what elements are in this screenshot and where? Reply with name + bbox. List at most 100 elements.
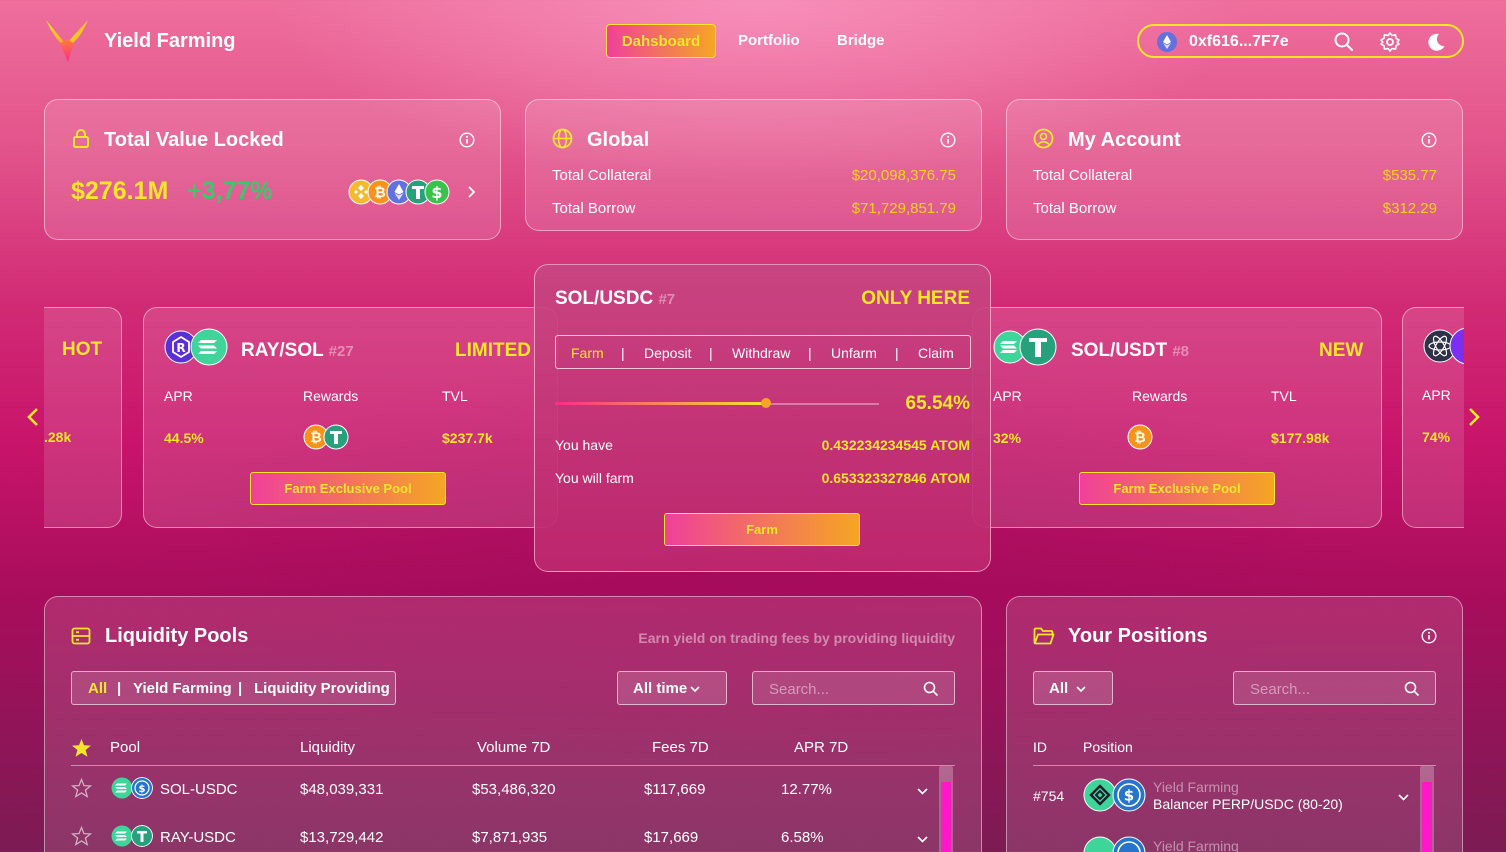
time-range-select[interactable]: All time [617, 671, 727, 705]
account-collateral-label: Total Collateral [1033, 167, 1133, 184]
folder-icon [1033, 627, 1055, 645]
tab-farm[interactable]: Farm [571, 345, 604, 361]
filter-liquidity-providing[interactable]: Liquidity Providing [254, 680, 390, 697]
info-icon[interactable] [1421, 132, 1437, 148]
tab-deposit[interactable]: Deposit [644, 345, 691, 361]
bitcoin-icon: ₿ [1127, 424, 1153, 450]
dark-mode-moon-icon[interactable] [1425, 31, 1447, 53]
col-fees-7d[interactable]: Fees 7D [652, 739, 709, 756]
tab-unfarm[interactable]: Unfarm [831, 345, 877, 361]
position-row[interactable]: #754 $ Yield Farming Balancer PERP/USDC … [1033, 770, 1413, 824]
usdc-icon [1112, 836, 1146, 852]
modal-pair: SOL/USDC #7 [555, 288, 676, 309]
rewards-label: Rewards [303, 388, 359, 404]
pool-search-input[interactable] [769, 678, 909, 700]
rewards-label: Rewards [1132, 388, 1188, 404]
tether-icon [1019, 328, 1057, 366]
slider-handle[interactable] [760, 398, 771, 408]
pool-pair: SOL/USDT #8 [1071, 340, 1190, 361]
scrollbar-thumb[interactable] [1422, 782, 1432, 852]
yield-farming-logo-icon [46, 20, 88, 62]
nav-bridge[interactable]: Bridge [819, 24, 903, 58]
amount-slider[interactable] [555, 398, 879, 408]
tether-icon [131, 825, 153, 847]
info-icon[interactable] [459, 132, 475, 148]
global-borrow-label: Total Borrow [552, 200, 636, 217]
position-id: #754 [1033, 788, 1065, 804]
positions-search [1233, 671, 1436, 705]
star-outline-icon[interactable] [71, 778, 92, 798]
tab-claim[interactable]: Claim [918, 345, 954, 361]
pool-tag: NEW [1319, 340, 1364, 361]
col-position[interactable]: Position [1083, 739, 1133, 755]
global-collateral-value: $20,098,376.75 [851, 167, 956, 184]
positions-filter-select[interactable]: All [1033, 671, 1113, 705]
favorites-star-icon[interactable] [71, 738, 92, 758]
pool-tag: HOT [62, 339, 103, 360]
pool-liquidity: $13,729,442 [300, 829, 384, 846]
positions-scrollbar[interactable] [1420, 766, 1434, 852]
account-borrow-label: Total Borrow [1033, 200, 1117, 217]
nav-portfolio[interactable]: Portfolio [720, 24, 818, 58]
tab-separator: | [895, 345, 899, 361]
tether-icon [323, 424, 349, 450]
pools-scrollbar[interactable] [939, 766, 953, 852]
search-icon[interactable] [1333, 31, 1355, 53]
positions-search-input[interactable] [1250, 678, 1390, 700]
chevron-right-icon[interactable] [466, 185, 476, 199]
pool-card-ray-sol[interactable]: R RAY/SOL #27 LIMITED APR Rewards TVL 44… [143, 307, 558, 528]
star-outline-icon[interactable] [71, 826, 92, 846]
farm-exclusive-pool-button[interactable]: Farm Exclusive Pool [250, 472, 446, 505]
svg-text:$: $ [1124, 787, 1134, 805]
tab-separator: | [621, 345, 625, 361]
farm-exclusive-pool-button[interactable]: Farm Exclusive Pool [1079, 472, 1275, 505]
apr-value: 74% [1422, 429, 1451, 445]
col-pool[interactable]: Pool [110, 739, 140, 756]
chevron-down-icon[interactable] [917, 788, 928, 795]
chevron-down-icon [690, 686, 700, 693]
wallet-bar: 0xf616...7F7e [1137, 24, 1464, 58]
pool-card-partial-left[interactable]: HOT .28k [44, 307, 123, 529]
apr-label: APR [164, 388, 193, 404]
search-icon[interactable] [1404, 681, 1420, 697]
filter-all[interactable]: All [88, 680, 107, 697]
tvl-value: $177.98k [1271, 430, 1330, 446]
settings-gear-icon[interactable] [1379, 31, 1401, 53]
nav-dashboard[interactable]: Dahsboard [606, 24, 716, 58]
search-icon[interactable] [923, 681, 939, 697]
account-borrow-value: $312.29 [1382, 200, 1437, 217]
filter-separator: | [117, 680, 122, 697]
table-row[interactable]: RAY-USDC $13,729,442 $7,871,935 $17,669 … [71, 816, 931, 852]
apr-value: 44.5% [164, 430, 204, 446]
carousel-prev-icon[interactable] [26, 406, 40, 428]
col-apr-7d[interactable]: APR 7D [794, 739, 848, 756]
position-type: Yield Farming [1153, 779, 1239, 795]
info-icon[interactable] [1421, 628, 1437, 644]
chevron-down-icon[interactable] [917, 836, 928, 843]
positions-title: Your Positions [1068, 625, 1208, 647]
pool-card-partial-right[interactable]: APR 74% [1402, 307, 1464, 529]
pool-card-sol-usdt[interactable]: SOL/USDT #8 NEW APR Rewards TVL 32% ₿ $1… [972, 307, 1382, 528]
usdc-icon: $ [1112, 778, 1146, 812]
position-name: Balancer PERP/USDC (80-20) [1153, 796, 1343, 812]
position-row[interactable]: Yield Farming [1033, 828, 1413, 852]
svg-text:₿: ₿ [310, 430, 321, 446]
raydium-icon [111, 825, 133, 847]
farm-button[interactable]: Farm [664, 513, 860, 546]
col-id[interactable]: ID [1033, 739, 1047, 755]
col-volume-7d[interactable]: Volume 7D [477, 739, 550, 756]
carousel-next-icon[interactable] [1467, 406, 1481, 428]
table-row[interactable]: $ SOL-USDC $48,039,331 $53,486,320 $117,… [71, 768, 931, 812]
wallet-address[interactable]: 0xf616...7F7e [1189, 33, 1289, 51]
info-icon[interactable] [940, 132, 956, 148]
global-collateral-label: Total Collateral [552, 167, 652, 184]
scrollbar-thumb[interactable] [941, 782, 951, 852]
database-icon [71, 627, 91, 645]
tvl-value: $276.1M [71, 177, 169, 205]
tvl-change: +3,77% [187, 177, 273, 205]
tab-withdraw[interactable]: Withdraw [732, 345, 790, 361]
filter-yield-farming[interactable]: Yield Farming [133, 680, 232, 697]
col-liquidity[interactable]: Liquidity [300, 739, 355, 756]
you-have-label: You have [555, 437, 613, 453]
chevron-down-icon[interactable] [1398, 794, 1409, 801]
